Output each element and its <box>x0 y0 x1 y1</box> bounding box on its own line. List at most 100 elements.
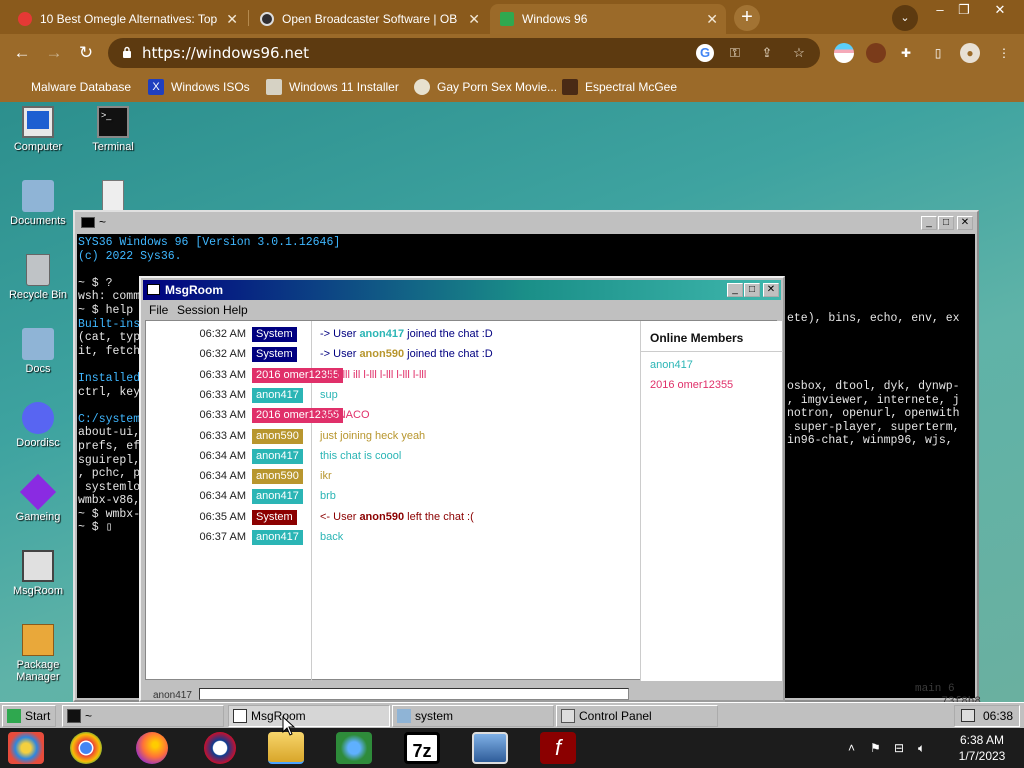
flash-icon[interactable]: f <box>540 732 576 764</box>
star-icon[interactable]: ☆ <box>790 44 808 62</box>
close-icon[interactable]: ✕ <box>226 11 238 28</box>
discord-icon <box>22 402 54 434</box>
message-text: -> User anon590 joined the chat :D <box>320 348 493 360</box>
chevron-up-icon[interactable]: ˄ <box>848 741 855 755</box>
desktop-icon-msgroom[interactable]: MsgRoom <box>0 550 76 597</box>
side-panel-icon[interactable]: ▯ <box>928 43 948 63</box>
extensions-puzzle-icon[interactable]: ✚ <box>896 43 916 63</box>
app-icon-4[interactable] <box>204 732 236 764</box>
address-bar[interactable]: https://windows96.net G ⚿ ⇪ ☆ <box>108 38 820 68</box>
lock-icon[interactable] <box>122 46 132 58</box>
extension-flag-icon[interactable] <box>834 43 854 63</box>
user-badge[interactable]: System <box>252 347 297 363</box>
message-text: brb <box>320 490 336 502</box>
message-text-body: this chat is coool <box>320 449 402 462</box>
user-badge[interactable]: System <box>252 509 297 525</box>
message-text: back <box>320 531 343 543</box>
profile-extension-icon[interactable] <box>866 43 886 63</box>
app-icon-1[interactable] <box>8 732 44 764</box>
desktop-icon-gameing[interactable]: Gameing <box>0 473 76 523</box>
profile-avatar-icon[interactable]: ● <box>960 43 980 63</box>
desktop-icon-doordisc[interactable]: Doordisc <box>0 402 76 449</box>
windows96-icon <box>500 12 514 26</box>
message-username: anon590 <box>359 348 405 361</box>
menu-icon[interactable]: ⋮ <box>994 43 1014 63</box>
menu-help[interactable]: Help <box>223 303 248 317</box>
system-clock[interactable]: 6:38 AM 1/7/2023 <box>940 732 1024 764</box>
start-button[interactable]: Start <box>2 705 56 727</box>
menu-file[interactable]: File <box>149 303 168 317</box>
close-window-button[interactable]: ✕ <box>988 2 1012 18</box>
volume-icon[interactable]: 🔈︎ <box>918 741 925 756</box>
minimize-button[interactable]: – <box>928 2 952 18</box>
restore-button[interactable]: ❐ <box>952 2 976 18</box>
minimize-button[interactable]: _ <box>727 283 743 297</box>
bookmark-movie[interactable]: Gay Porn Sex Movie... <box>414 78 557 96</box>
message-text: sup <box>320 389 338 401</box>
bookmark-windows-isos[interactable]: X Windows ISOs <box>148 78 250 96</box>
user-badge[interactable]: anon590 <box>252 428 303 444</box>
chat-area[interactable]: 06:32 AM System -> User anon417 joined the… <box>145 320 783 681</box>
message-text-body: left the chat :( <box>404 510 474 523</box>
msgroom-titlebar[interactable]: MsgRoom _ □ ✕ <box>143 280 781 300</box>
network-icon[interactable] <box>961 709 975 722</box>
desktop-icon-documents[interactable]: Documents <box>0 180 76 227</box>
chat-input[interactable] <box>199 688 629 700</box>
close-button[interactable]: ✕ <box>957 216 973 230</box>
user-badge[interactable]: anon590 <box>252 469 303 485</box>
url-text[interactable]: https://windows96.net <box>142 44 309 62</box>
terminal-titlebar[interactable]: ~ _ □ ✕ <box>77 214 975 232</box>
back-button[interactable]: ← <box>10 41 34 65</box>
tab-windows96[interactable]: Windows 96 ✕ <box>490 4 726 34</box>
member-item[interactable]: anon417 <box>650 359 693 371</box>
browser-tab-strip: 10 Best Omegle Alternatives: Top ✕ Open … <box>0 0 1024 34</box>
close-icon[interactable]: ✕ <box>706 11 718 28</box>
google-icon[interactable]: G <box>696 44 714 62</box>
member-item[interactable]: 2016 omer12355 <box>650 379 733 391</box>
bookmark-espectral-mcgee[interactable]: Espectral McGee <box>562 78 677 96</box>
bookmark-malware-database[interactable]: Malware Database <box>14 78 131 96</box>
taskbar-button-terminal[interactable]: ~ <box>62 705 224 727</box>
desktop-icon-computer[interactable]: Computer <box>0 106 76 153</box>
app-icon-6[interactable] <box>336 732 372 764</box>
taskbar-button-system[interactable]: system <box>392 705 554 727</box>
menu-session[interactable]: Session <box>177 303 220 317</box>
terminal-line: osbox, dtool, dyk, dynwp- <box>787 379 960 393</box>
tab-obs[interactable]: Open Broadcaster Software | OB ✕ <box>250 4 488 34</box>
close-icon[interactable]: ✕ <box>468 11 480 28</box>
user-badge[interactable]: anon417 <box>252 387 303 403</box>
close-button[interactable]: ✕ <box>763 283 779 297</box>
minimize-button[interactable]: _ <box>921 216 937 230</box>
desktop-icon-terminal[interactable]: >_ Terminal <box>75 106 151 153</box>
tab-search-button[interactable]: ⌄ <box>892 5 918 31</box>
user-badge[interactable]: anon417 <box>252 530 303 545</box>
file-explorer-icon[interactable] <box>268 732 304 764</box>
reload-button[interactable]: ↻ <box>74 41 98 65</box>
desktop-icon-recycle-bin[interactable]: Recycle Bin <box>0 254 76 301</box>
msgroom-window[interactable]: MsgRoom _ □ ✕ File Session Help 06:32 AM… <box>139 276 785 702</box>
bookmark-windows-11-installer[interactable]: Windows 11 Installer <box>266 78 399 96</box>
desktop-icon-docs[interactable]: Docs <box>0 328 76 375</box>
user-badge[interactable]: System <box>252 327 297 342</box>
forward-button[interactable]: → <box>42 41 66 65</box>
7zip-icon[interactable]: 7z <box>404 732 440 764</box>
chat-bubble-icon <box>147 284 160 295</box>
taskbar-button-control-panel[interactable]: Control Panel <box>556 705 718 727</box>
photos-icon[interactable] <box>472 732 508 764</box>
key-icon[interactable]: ⚿ <box>726 44 744 62</box>
maximize-button[interactable]: □ <box>744 283 760 297</box>
user-badge[interactable]: anon417 <box>252 448 303 464</box>
maximize-button[interactable]: □ <box>938 216 954 230</box>
firefox-icon[interactable] <box>136 732 168 764</box>
user-badge[interactable]: anon417 <box>252 489 303 505</box>
share-icon[interactable]: ⇪ <box>758 44 776 62</box>
desktop-icon-package-manager[interactable]: Package Manager <box>0 624 76 683</box>
chrome-icon[interactable] <box>70 732 102 764</box>
flag-icon[interactable]: ⚑ <box>870 741 881 755</box>
tab-omegle[interactable]: 10 Best Omegle Alternatives: Top ✕ <box>8 4 246 34</box>
new-tab-button[interactable]: + <box>734 5 760 31</box>
taskbar-button-msgroom[interactable]: MsgRoom <box>228 705 390 727</box>
network-icon[interactable]: ⊟ <box>894 741 904 755</box>
tab-title: Windows 96 <box>522 12 588 26</box>
